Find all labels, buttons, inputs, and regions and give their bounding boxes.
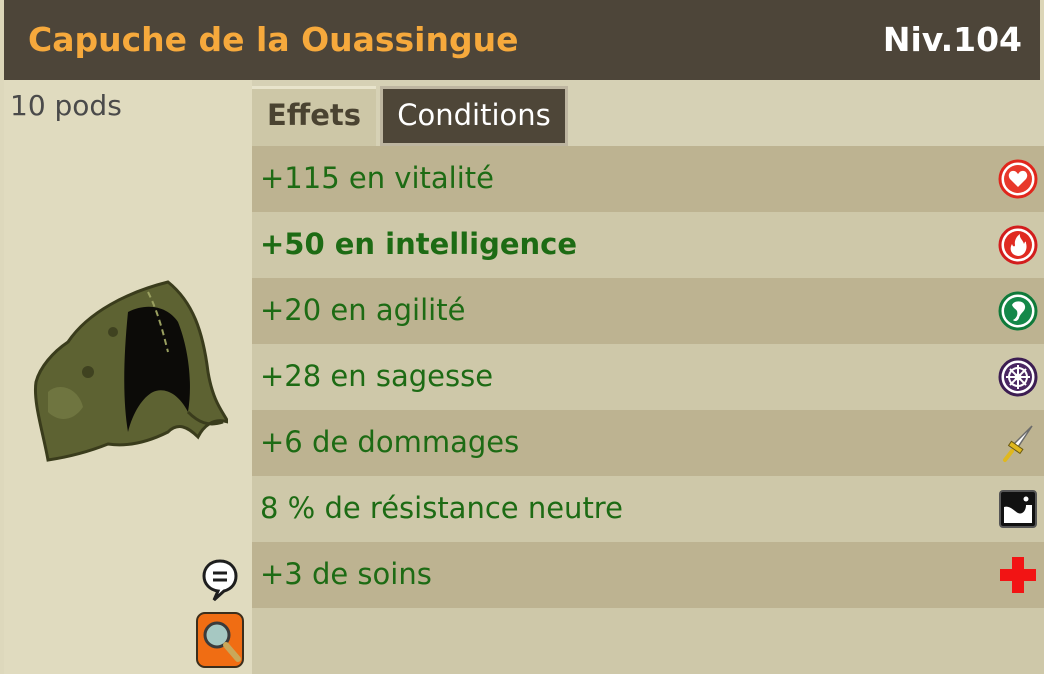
item-title: Capuche de la Ouassingue: [28, 20, 519, 59]
effect-row-intelligence: +50 en intelligence: [252, 212, 1044, 278]
effect-text: +115 en vitalité: [260, 161, 494, 195]
item-weight: 10 pods: [10, 89, 122, 122]
wisdom-icon: [998, 357, 1038, 397]
neutral-icon: [999, 490, 1037, 528]
magnifier-icon[interactable]: [196, 612, 244, 668]
effects-list-filler: [252, 608, 1044, 674]
fire-icon: [998, 225, 1038, 265]
air-icon: [998, 291, 1038, 331]
heart-icon: [998, 159, 1038, 199]
effect-row-heals: +3 de soins: [252, 542, 1044, 608]
item-preview-panel: 10 pods: [4, 80, 252, 674]
effect-text: +3 de soins: [260, 557, 432, 591]
effect-text: +6 de dommages: [260, 425, 520, 459]
effect-row-wisdom: +28 en sagesse: [252, 344, 1044, 410]
tab-effets[interactable]: Effets: [252, 86, 376, 146]
effect-text: +20 en agilité: [260, 293, 466, 327]
effect-text: +28 en sagesse: [260, 359, 494, 393]
tab-conditions[interactable]: Conditions: [380, 86, 568, 146]
sword-icon: [1003, 425, 1033, 462]
olive-hood-icon: [33, 280, 228, 462]
speech-bubble-icon[interactable]: [202, 558, 238, 602]
effect-row-damage: +6 de dommages: [252, 410, 1044, 476]
effect-text: +50 en intelligence: [260, 227, 578, 261]
item-header: Capuche de la Ouassingue Niv.104: [0, 0, 1044, 80]
effects-list: +115 en vitalité +50 en intelligence +20…: [252, 146, 1044, 674]
effect-row-neutral-resistance: 8 % de résistance neutre: [252, 476, 1044, 542]
heal-cross-icon: [1000, 557, 1036, 593]
item-level: Niv.104: [882, 20, 1022, 59]
effect-row-vitality: +115 en vitalité: [252, 146, 1044, 212]
item-details-panel: Effets Conditions +115 en vitalité +50 e…: [252, 80, 1044, 674]
effect-row-agility: +20 en agilité: [252, 278, 1044, 344]
effect-text: 8 % de résistance neutre: [260, 491, 623, 525]
